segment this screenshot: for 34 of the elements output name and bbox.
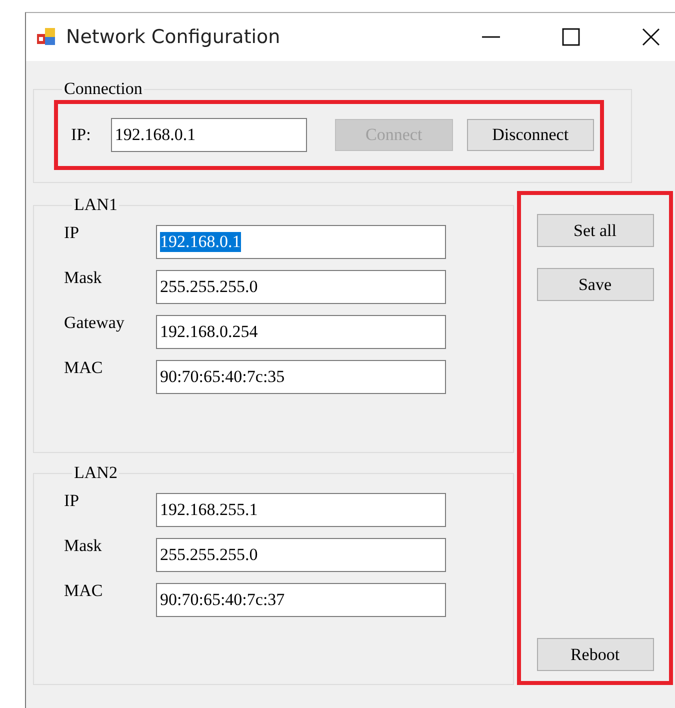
input-field[interactable]: 90:70:65:40:7c:37	[156, 583, 446, 617]
field-value: 255.255.255.0	[160, 277, 258, 297]
field-value: 90:70:65:40:7c:35	[160, 367, 285, 387]
field-label: MAC	[64, 358, 104, 378]
input-field[interactable]: 255.255.255.0	[156, 538, 446, 572]
field-value: 90:70:65:40:7c:37	[160, 590, 285, 610]
window-title: Network Configuration	[66, 26, 280, 48]
field-label: IP	[64, 223, 80, 243]
field-value: 192.168.0.254	[160, 322, 258, 342]
reboot-button[interactable]: Reboot	[536, 638, 654, 671]
input-field[interactable]: 192.168.0.1	[156, 225, 446, 259]
ip-field[interactable]: 192.168.0.1	[110, 118, 307, 152]
action-button[interactable]: Set all	[536, 214, 654, 247]
maximize-icon[interactable]	[561, 27, 581, 47]
connection-button[interactable]: Disconnect	[466, 119, 594, 151]
field-label: Mask	[64, 536, 103, 556]
close-icon[interactable]	[641, 27, 661, 47]
field-value: 255.255.255.0	[160, 545, 258, 565]
group-title: LAN1	[73, 195, 118, 215]
input-field[interactable]: 192.168.255.1	[156, 493, 446, 527]
field-label: Mask	[64, 268, 103, 288]
field-label: MAC	[64, 581, 104, 601]
input-field[interactable]: 90:70:65:40:7c:35	[156, 360, 446, 394]
group-title: Connection	[63, 79, 144, 99]
input-field[interactable]: 192.168.0.254	[156, 315, 446, 349]
field-label: IP:	[71, 125, 91, 145]
app-icon	[36, 26, 58, 48]
field-label: IP	[64, 491, 80, 511]
input-field[interactable]: 255.255.255.0	[156, 270, 446, 304]
field-label: Gateway	[64, 313, 126, 333]
field-value: 192.168.0.1	[160, 232, 241, 252]
field-value: 192.168.255.1	[160, 500, 258, 520]
action-button[interactable]: Save	[536, 268, 654, 301]
group-title: LAN2	[73, 463, 118, 483]
